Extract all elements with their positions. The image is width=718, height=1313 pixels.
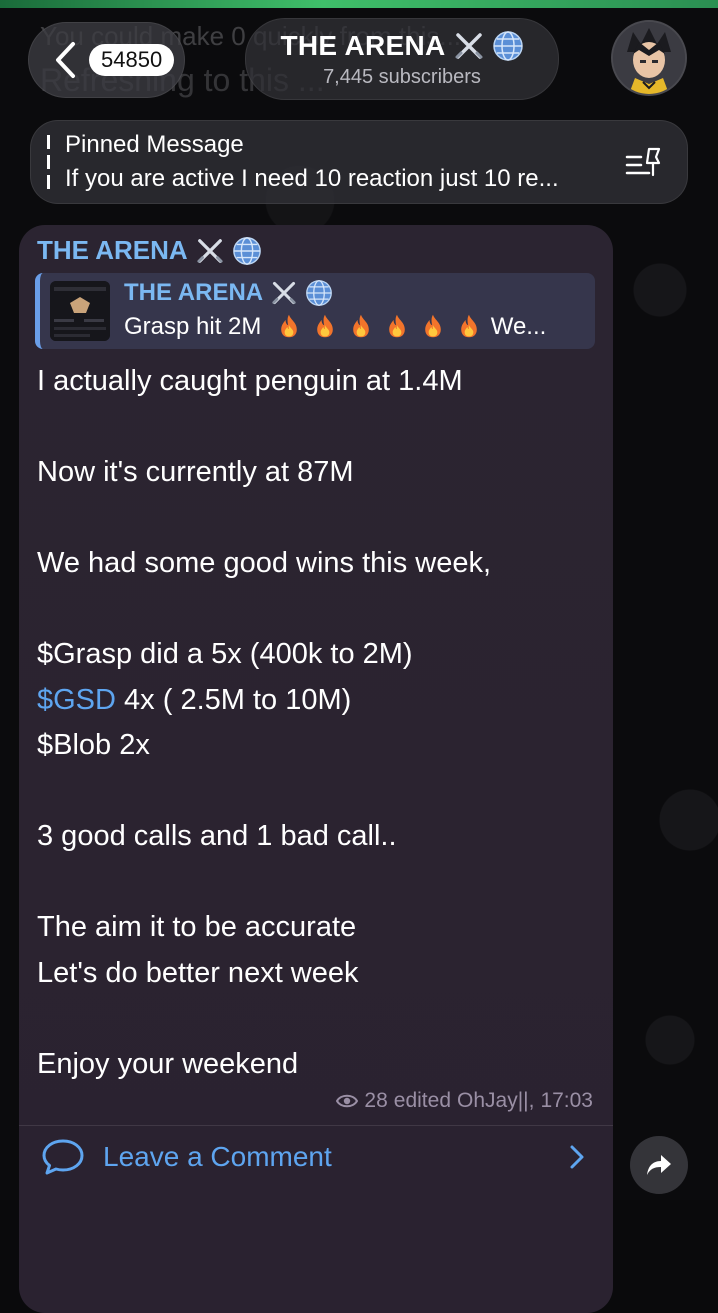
reply-thumbnail bbox=[50, 281, 110, 341]
message-time: 17:03 bbox=[540, 1089, 593, 1112]
message-line: Enjoy your weekend bbox=[37, 1047, 299, 1080]
chart-screenshot-thumbnail bbox=[50, 281, 110, 341]
reply-text: Grasp hit 2M We... bbox=[124, 313, 594, 341]
crossed-swords-icon bbox=[272, 281, 296, 305]
message-text: I actually caught penguin at 1.4M Now it… bbox=[37, 359, 597, 1087]
message-line: Now it's currently at 87M bbox=[37, 456, 354, 488]
reply-preview[interactable]: THE ARENA Grasp hit 2M We... bbox=[35, 273, 595, 349]
fire-icon bbox=[317, 314, 333, 338]
reply-text-suffix: We... bbox=[490, 313, 547, 340]
fire-icon bbox=[281, 314, 297, 338]
eye-icon bbox=[336, 1094, 359, 1108]
message-line-rest: 4x ( 2.5M to 10M) bbox=[115, 683, 352, 716]
anime-avatar-icon bbox=[613, 22, 685, 94]
message-line: We had some good wins this week, bbox=[37, 547, 492, 579]
globe-icon bbox=[492, 30, 523, 61]
pinned-message-bar[interactable]: Pinned Message If you are active I need … bbox=[30, 120, 688, 204]
sender-name: THE ARENA bbox=[37, 235, 188, 265]
reply-text-prefix: Grasp hit 2M bbox=[124, 313, 262, 340]
globe-icon bbox=[232, 236, 261, 265]
message-line: $GSD 4x ( 2.5M to 10M) bbox=[37, 678, 597, 724]
top-status-strip bbox=[0, 0, 718, 8]
fire-icon bbox=[389, 314, 405, 338]
subscriber-count: 7,445 subscribers bbox=[323, 65, 481, 88]
crossed-swords-icon bbox=[197, 238, 223, 263]
view-count: 28 bbox=[364, 1089, 388, 1112]
channel-header[interactable]: THE ARENA 7,445 subscribers bbox=[245, 18, 559, 100]
back-button[interactable]: 54850 bbox=[28, 22, 185, 98]
message-meta: 28 edited OhJay||, 17:03 bbox=[336, 1089, 593, 1113]
channel-title-row: THE ARENA bbox=[281, 30, 524, 62]
chevron-left-icon bbox=[56, 42, 75, 78]
globe-icon bbox=[306, 280, 333, 306]
fire-emoji-row bbox=[268, 313, 484, 340]
channel-avatar[interactable] bbox=[611, 20, 687, 96]
reply-title-row: THE ARENA bbox=[124, 279, 333, 307]
message-bubble[interactable]: THE ARENA THE ARENA Grasp hit 2M We... I… bbox=[19, 225, 613, 1313]
author-signature: OhJay||, bbox=[457, 1089, 535, 1112]
fire-icon bbox=[425, 314, 441, 338]
forward-button[interactable] bbox=[630, 1136, 688, 1194]
message-line: Let's do better next week bbox=[37, 956, 359, 989]
fire-icon bbox=[353, 314, 369, 338]
message-line: 3 good calls and 1 bad call.. bbox=[37, 820, 397, 852]
cashtag-link[interactable]: $GSD bbox=[37, 684, 116, 716]
reply-title: THE ARENA bbox=[124, 279, 264, 306]
channel-title: THE ARENA bbox=[280, 29, 446, 61]
pinned-text: If you are active I need 10 reaction jus… bbox=[65, 165, 559, 192]
crossed-swords-icon bbox=[455, 32, 482, 59]
fire-icon bbox=[461, 314, 477, 338]
leave-comment-button[interactable]: Leave a Comment bbox=[19, 1126, 613, 1188]
message-line: $Grasp did a 5x (400k to 2M) bbox=[37, 638, 413, 670]
unread-count-badge: 54850 bbox=[89, 44, 175, 76]
comment-bubble-icon bbox=[42, 1139, 84, 1175]
leave-comment-label: Leave a Comment bbox=[103, 1141, 332, 1172]
forward-arrow-icon bbox=[647, 1155, 671, 1175]
chevron-right-icon bbox=[570, 1145, 584, 1169]
message-line: $Blob 2x bbox=[37, 729, 150, 761]
pin-indicator bbox=[47, 135, 50, 191]
edited-label: edited bbox=[393, 1089, 451, 1112]
message-line: I actually caught penguin at 1.4M bbox=[37, 365, 463, 397]
pin-list-icon[interactable] bbox=[625, 145, 663, 181]
message-line: The aim it to be accurate bbox=[37, 911, 357, 943]
pinned-label: Pinned Message bbox=[65, 131, 244, 158]
sender-name-row[interactable]: THE ARENA bbox=[37, 235, 262, 266]
